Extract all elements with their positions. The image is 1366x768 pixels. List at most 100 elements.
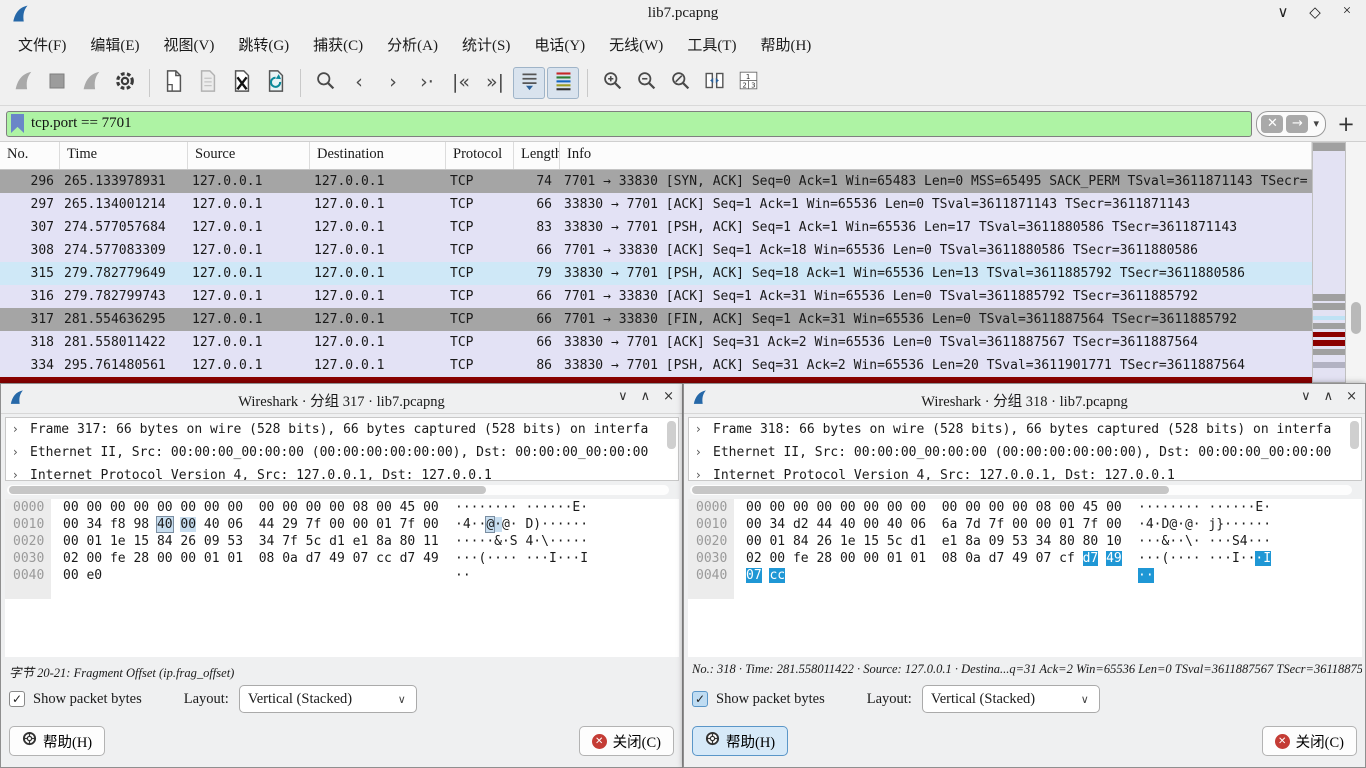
window-maximize-icon[interactable]: ◇ xyxy=(1306,3,1324,22)
column-header-destination[interactable]: Destination xyxy=(310,142,446,169)
hex-row[interactable]: 003002 00 fe 28 00 00 01 01 08 0a d7 49 … xyxy=(5,550,679,567)
expander-icon[interactable]: › xyxy=(13,441,18,464)
menu-item-capture[interactable]: 捕获(C) xyxy=(301,30,375,59)
column-header-protocol[interactable]: Protocol xyxy=(446,142,514,169)
menu-item-wireless[interactable]: 无线(W) xyxy=(597,30,675,59)
menu-item-statistics[interactable]: 统计(S) xyxy=(450,30,522,59)
packet-row-318[interactable]: 318281.558011422127.0.0.1127.0.0.1TCP663… xyxy=(0,331,1312,354)
dialog-maximize-icon[interactable]: ∧ xyxy=(1324,389,1334,404)
toolbar-find-packet-button[interactable] xyxy=(309,67,341,99)
packet-bytes-pane[interactable]: 000000 00 00 00 00 00 00 00 00 00 00 00 … xyxy=(688,499,1362,657)
toolbar-colorize-button[interactable] xyxy=(547,67,579,99)
window-minimize-icon[interactable]: ∨ xyxy=(1274,3,1292,22)
tree-scrollbar-handle[interactable] xyxy=(1350,421,1359,449)
toolbar-go-to-packet-button[interactable]: ›· xyxy=(411,67,443,99)
filter-dropdown-icon[interactable]: ▾ xyxy=(1311,117,1321,130)
tree-row[interactable]: ›Internet Protocol Version 4, Src: 127.0… xyxy=(689,464,1361,481)
intelligent-scrollbar-minimap[interactable] xyxy=(1312,142,1346,383)
packet-row-307[interactable]: 307274.577057684127.0.0.1127.0.0.1TCP833… xyxy=(0,216,1312,239)
column-header-info[interactable]: Info xyxy=(560,142,1312,169)
toolbar-last-packet-button[interactable]: »| xyxy=(479,67,511,99)
menu-item-tools[interactable]: 工具(T) xyxy=(675,30,748,59)
column-header-source[interactable]: Source xyxy=(188,142,310,169)
hscrollbar-handle[interactable] xyxy=(9,486,486,494)
display-filter-input[interactable]: tcp.port == 7701 xyxy=(6,111,1252,137)
hex-row[interactable]: 004000 e0·· xyxy=(5,567,679,584)
expander-icon[interactable]: › xyxy=(696,464,701,481)
hscrollbar-handle[interactable] xyxy=(692,486,1169,494)
column-header-length[interactable]: Length xyxy=(514,142,560,169)
toolbar-close-file-button[interactable] xyxy=(226,67,258,99)
tree-row[interactable]: ›Ethernet II, Src: 00:00:00_00:00:00 (00… xyxy=(689,441,1361,464)
show-packet-bytes-checkbox[interactable]: ✓ xyxy=(9,691,25,707)
hex-row[interactable]: 001000 34 d2 44 40 00 40 06 6a 7d 7f 00 … xyxy=(688,516,1362,533)
toolbar-open-file-button[interactable] xyxy=(158,67,190,99)
expander-icon[interactable]: › xyxy=(13,464,18,481)
packet-row-317[interactable]: 317281.554636295127.0.0.1127.0.0.1TCP667… xyxy=(0,308,1312,331)
packet-row-334[interactable]: 334295.761480561127.0.0.1127.0.0.1TCP863… xyxy=(0,354,1312,377)
toolbar-auto-scroll-button[interactable] xyxy=(513,67,545,99)
help-button[interactable]: 帮助(H) xyxy=(9,726,105,756)
close-button[interactable]: ✕关闭(C) xyxy=(579,726,674,756)
packet-detail-tree[interactable]: ›Frame 318: 66 bytes on wire (528 bits),… xyxy=(688,417,1362,481)
expander-icon[interactable]: › xyxy=(696,418,701,441)
menu-item-analyze[interactable]: 分析(A) xyxy=(375,30,450,59)
dialog-minimize-icon[interactable]: ∨ xyxy=(1301,389,1311,404)
menu-item-help[interactable]: 帮助(H) xyxy=(748,30,823,59)
hex-row[interactable]: 001000 34 f8 98 40 00 40 06 44 29 7f 00 … xyxy=(5,516,679,533)
hex-row[interactable]: 000000 00 00 00 00 00 00 00 00 00 00 00 … xyxy=(688,499,1362,516)
window-close-icon[interactable]: × xyxy=(1338,3,1356,22)
toolbar-stop-capture-button[interactable] xyxy=(41,67,73,99)
packet-row-316[interactable]: 316279.782799743127.0.0.1127.0.0.1TCP667… xyxy=(0,285,1312,308)
expander-icon[interactable]: › xyxy=(696,441,701,464)
toolbar-reload-file-button[interactable] xyxy=(260,67,292,99)
toolbar-go-back-button[interactable]: ‹ xyxy=(343,67,375,99)
toolbar-capture-options-gear-button[interactable] xyxy=(109,67,141,99)
show-packet-bytes-checkbox[interactable]: ✓ xyxy=(692,691,708,707)
dialog-minimize-icon[interactable]: ∨ xyxy=(618,389,628,404)
packet-row-296[interactable]: 296265.133978931127.0.0.1127.0.0.1TCP747… xyxy=(0,170,1312,193)
column-header-time[interactable]: Time xyxy=(60,142,188,169)
toolbar-column-layout-button[interactable]: 123 xyxy=(732,67,764,99)
bookmark-icon[interactable] xyxy=(11,114,24,133)
column-header-no[interactable]: No. xyxy=(0,142,60,169)
help-button[interactable]: 帮助(H) xyxy=(692,726,788,756)
packet-bytes-pane[interactable]: 000000 00 00 00 00 00 00 00 00 00 00 00 … xyxy=(5,499,679,657)
menu-item-view[interactable]: 视图(V) xyxy=(152,30,227,59)
tree-row[interactable]: ›Frame 318: 66 bytes on wire (528 bits),… xyxy=(689,418,1361,441)
dialog-close-icon[interactable]: × xyxy=(1346,389,1357,404)
packet-row-315[interactable]: 315279.782779649127.0.0.1127.0.0.1TCP793… xyxy=(0,262,1312,285)
dialog-close-icon[interactable]: × xyxy=(663,389,674,404)
packet-detail-tree[interactable]: ›Frame 317: 66 bytes on wire (528 bits),… xyxy=(5,417,679,481)
tree-hscrollbar[interactable] xyxy=(690,485,1352,495)
menu-item-go[interactable]: 跳转(G) xyxy=(226,30,301,59)
toolbar-save-file-button[interactable] xyxy=(192,67,224,99)
filter-apply-icon[interactable]: → xyxy=(1286,115,1308,133)
toolbar-zoom-in-button[interactable] xyxy=(596,67,628,99)
toolbar-go-forward-button[interactable]: › xyxy=(377,67,409,99)
toolbar-shark-fin-start-button[interactable] xyxy=(7,67,39,99)
toolbar-shark-fin-restart-button[interactable] xyxy=(75,67,107,99)
hex-row[interactable]: 002000 01 1e 15 84 26 09 53 34 7f 5c d1 … xyxy=(5,533,679,550)
hex-row[interactable]: 000000 00 00 00 00 00 00 00 00 00 00 00 … xyxy=(5,499,679,516)
menu-item-telephony[interactable]: 电话(Y) xyxy=(522,30,597,59)
toolbar-zoom-out-button[interactable] xyxy=(630,67,662,99)
hex-row[interactable]: 004007 cc·· xyxy=(688,567,1362,584)
expander-icon[interactable]: › xyxy=(13,418,18,441)
packet-row-308[interactable]: 308274.577083309127.0.0.1127.0.0.1TCP667… xyxy=(0,239,1312,262)
filter-clear-icon[interactable]: ✕ xyxy=(1261,115,1283,133)
toolbar-first-packet-button[interactable]: |« xyxy=(445,67,477,99)
hex-row[interactable]: 003002 00 fe 28 00 00 01 01 08 0a d7 49 … xyxy=(688,550,1362,567)
layout-select[interactable]: Vertical (Stacked)∨ xyxy=(922,685,1100,713)
toolbar-zoom-reset-button[interactable] xyxy=(664,67,696,99)
tree-hscrollbar[interactable] xyxy=(7,485,669,495)
tree-scrollbar-handle[interactable] xyxy=(667,421,676,449)
close-button[interactable]: ✕关闭(C) xyxy=(1262,726,1357,756)
layout-select[interactable]: Vertical (Stacked)∨ xyxy=(239,685,417,713)
dialog-maximize-icon[interactable]: ∧ xyxy=(641,389,651,404)
add-filter-button[interactable]: + xyxy=(1332,112,1360,136)
tree-row[interactable]: ›Internet Protocol Version 4, Src: 127.0… xyxy=(6,464,678,481)
packet-row-297[interactable]: 297265.134001214127.0.0.1127.0.0.1TCP663… xyxy=(0,193,1312,216)
toolbar-resize-columns-button[interactable] xyxy=(698,67,730,99)
tree-row[interactable]: ›Ethernet II, Src: 00:00:00_00:00:00 (00… xyxy=(6,441,678,464)
